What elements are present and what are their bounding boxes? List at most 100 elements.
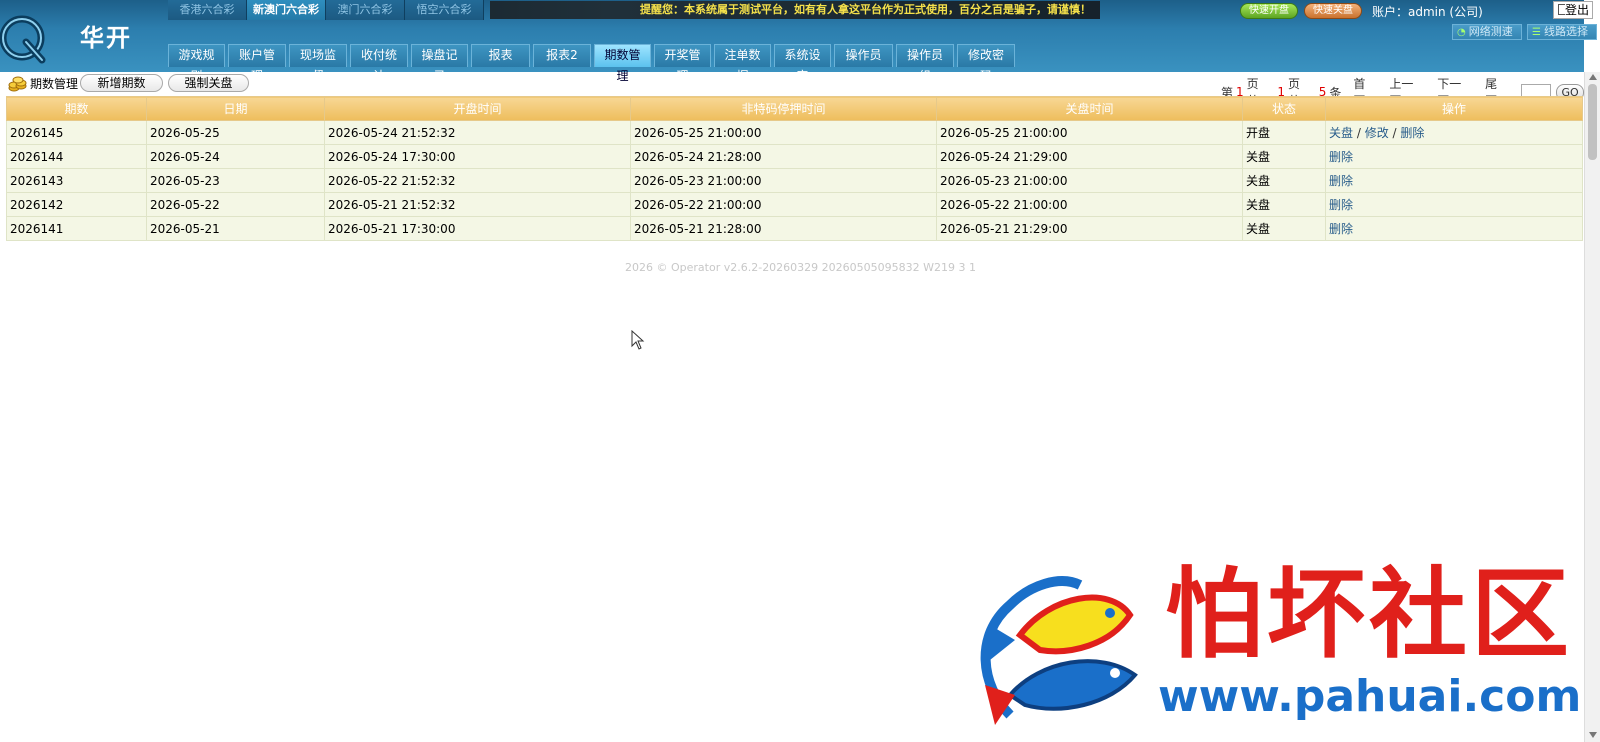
- period-table-wrap: 期数 日期 开盘时间 非特码停押时间 关盘时间 状态 操作 2026145 20…: [6, 96, 1583, 241]
- notice-marquee: 提醒您：本系统属于测试平台，如有有人拿这平台作为正式使用，百分之百是骗子，请谨慎…: [490, 1, 1100, 19]
- cell-stop-time: 2026-05-22 21:00:00: [630, 192, 937, 217]
- notice-text: 提醒您：本系统属于测试平台，如有有人拿这平台作为正式使用，百分之百是骗子，请谨慎…: [640, 3, 1091, 16]
- cell-open-time: 2026-05-24 17:30:00: [324, 144, 631, 169]
- net-test-label: 网络测速: [1468, 25, 1513, 38]
- cell-open-time: 2026-05-22 21:52:32: [324, 168, 631, 193]
- cell-actions: 删除: [1325, 192, 1583, 217]
- page-title: 期数管理: [30, 77, 79, 91]
- quick-close-button[interactable]: 快速关盘: [1304, 3, 1362, 19]
- add-period-button[interactable]: 新增期数: [80, 74, 163, 92]
- table-row: 2026145 2026-05-25 2026-05-24 21:52:32 2…: [6, 120, 1583, 145]
- cell-period: 2026142: [6, 192, 147, 217]
- lottery-tab-wukong[interactable]: 悟空六合彩: [405, 0, 484, 20]
- close-link[interactable]: 关盘: [1329, 126, 1353, 140]
- nav-payment-stats[interactable]: 收付统计: [350, 44, 408, 83]
- nav-change-password[interactable]: 修改密码: [957, 44, 1015, 83]
- cell-stop-time: 2026-05-24 21:28:00: [630, 144, 937, 169]
- logo-icon: [0, 8, 48, 66]
- edit-link[interactable]: 修改: [1365, 126, 1389, 140]
- cell-status: 关盘: [1242, 216, 1326, 241]
- gauge-icon: ◔: [1457, 27, 1466, 38]
- table-row: 2026141 2026-05-21 2026-05-21 17:30:00 2…: [6, 216, 1583, 241]
- nav-live-monitor[interactable]: 现场监督: [289, 44, 347, 83]
- nav-operator[interactable]: 操作员: [834, 44, 893, 67]
- table-row: 2026144 2026-05-24 2026-05-24 17:30:00 2…: [6, 144, 1583, 169]
- col-header-stop-time: 非特码停押时间: [630, 96, 937, 121]
- delete-link[interactable]: 删除: [1329, 198, 1353, 212]
- cell-open-time: 2026-05-24 21:52:32: [324, 120, 631, 145]
- cell-close-time: 2026-05-21 21:29:00: [936, 216, 1243, 241]
- scroll-thumb[interactable]: [1588, 84, 1597, 160]
- brand-name: 华开: [80, 24, 132, 52]
- nav-bet-data[interactable]: 注单数据: [714, 44, 771, 83]
- table-row: 2026142 2026-05-22 2026-05-21 21:52:32 2…: [6, 192, 1583, 217]
- page: 华开 香港六合彩 新澳门六合彩 澳门六合彩 悟空六合彩 提醒您：本系统属于测试平…: [0, 0, 1600, 742]
- watermark-chinese: 怕坏社区: [1165, 557, 1574, 672]
- cell-actions: 删除: [1325, 144, 1583, 169]
- lottery-tab-new-macau[interactable]: 新澳门六合彩: [247, 0, 326, 20]
- cell-date: 2026-05-24: [146, 144, 325, 169]
- col-header-close-time: 关盘时间: [936, 96, 1243, 121]
- nav-game-rules[interactable]: 游戏规则: [168, 44, 225, 83]
- lottery-tabs: 香港六合彩 新澳门六合彩 澳门六合彩 悟空六合彩: [168, 0, 484, 20]
- cell-actions: 关盘 / 修改 / 删除: [1325, 120, 1583, 145]
- cell-status: 关盘: [1242, 192, 1326, 217]
- col-header-period: 期数: [6, 96, 147, 121]
- quick-open-button[interactable]: 快速开盘: [1240, 3, 1298, 19]
- list-icon: ☰: [1532, 27, 1541, 38]
- cell-period: 2026143: [6, 168, 147, 193]
- cell-status: 关盘: [1242, 144, 1326, 169]
- line-select-button[interactable]: ☰ 线路选择: [1527, 24, 1597, 40]
- cell-close-time: 2026-05-22 21:00:00: [936, 192, 1243, 217]
- cell-date: 2026-05-22: [146, 192, 325, 217]
- force-close-button[interactable]: 强制关盘: [168, 74, 249, 92]
- cell-date: 2026-05-25: [146, 120, 325, 145]
- nav-draw-manage[interactable]: 开奖管理: [654, 44, 711, 83]
- nav-period-manage[interactable]: 期数管理: [594, 44, 651, 83]
- cell-period: 2026141: [6, 216, 147, 241]
- col-header-actions: 操作: [1325, 96, 1583, 121]
- delete-link[interactable]: 删除: [1329, 150, 1353, 164]
- nav-account-manage[interactable]: 账户管理: [228, 44, 286, 83]
- cell-stop-time: 2026-05-23 21:00:00: [630, 168, 937, 193]
- table-row: 2026143 2026-05-23 2026-05-22 21:52:32 2…: [6, 168, 1583, 193]
- nav-operator-group[interactable]: 操作员组: [896, 44, 954, 83]
- lottery-tab-macau[interactable]: 澳门六合彩: [326, 0, 405, 20]
- cell-close-time: 2026-05-23 21:00:00: [936, 168, 1243, 193]
- nav-operation-log[interactable]: 操盘记录: [411, 44, 468, 83]
- cell-status: 开盘: [1242, 120, 1326, 145]
- nav-report2[interactable]: 报表2: [533, 44, 591, 67]
- nav-system-settings[interactable]: 系统设定: [774, 44, 831, 83]
- period-table: 期数 日期 开盘时间 非特码停押时间 关盘时间 状态 操作 2026145 20…: [6, 96, 1583, 241]
- net-test-button[interactable]: ◔ 网络测速: [1452, 24, 1522, 40]
- logout-label: 登出: [1564, 3, 1589, 17]
- delete-link[interactable]: 删除: [1400, 126, 1424, 140]
- cell-close-time: 2026-05-24 21:29:00: [936, 144, 1243, 169]
- logout-button[interactable]: 登出: [1553, 1, 1593, 19]
- cell-actions: 删除: [1325, 216, 1583, 241]
- delete-link[interactable]: 删除: [1329, 222, 1353, 236]
- logout-icon: [1558, 4, 1565, 15]
- cell-date: 2026-05-21: [146, 216, 325, 241]
- mouse-cursor-icon: [631, 329, 645, 350]
- cell-stop-time: 2026-05-21 21:28:00: [630, 216, 937, 241]
- toolbar: 期数管理 新增期数 强制关盘 第 1 页 共 1 页 共 5 条 首页 上一页 …: [0, 72, 1584, 108]
- cell-actions: 删除: [1325, 168, 1583, 193]
- scroll-up-arrow-icon[interactable]: [1589, 74, 1597, 80]
- cell-close-time: 2026-05-25 21:00:00: [936, 120, 1243, 145]
- main-nav: 游戏规则 账户管理 现场监督 收付统计 操盘记录 报表 报表2 期数管理 开奖管…: [168, 44, 1015, 83]
- watermark-url: www.pahuai.com: [1158, 671, 1582, 722]
- nav-report[interactable]: 报表: [471, 44, 530, 67]
- cell-stop-time: 2026-05-25 21:00:00: [630, 120, 937, 145]
- cell-open-time: 2026-05-21 21:52:32: [324, 192, 631, 217]
- cell-date: 2026-05-23: [146, 168, 325, 193]
- cell-period: 2026145: [6, 120, 147, 145]
- lottery-tab-hk[interactable]: 香港六合彩: [168, 0, 247, 20]
- account-info: 账户：admin (公司): [1372, 5, 1483, 19]
- watermark: 怕坏社区 www.pahuai.com: [970, 565, 1595, 735]
- col-header-open-time: 开盘时间: [324, 96, 631, 121]
- line-select-label: 线路选择: [1543, 25, 1588, 38]
- delete-link[interactable]: 删除: [1329, 174, 1353, 188]
- cell-status: 关盘: [1242, 168, 1326, 193]
- cell-open-time: 2026-05-21 17:30:00: [324, 216, 631, 241]
